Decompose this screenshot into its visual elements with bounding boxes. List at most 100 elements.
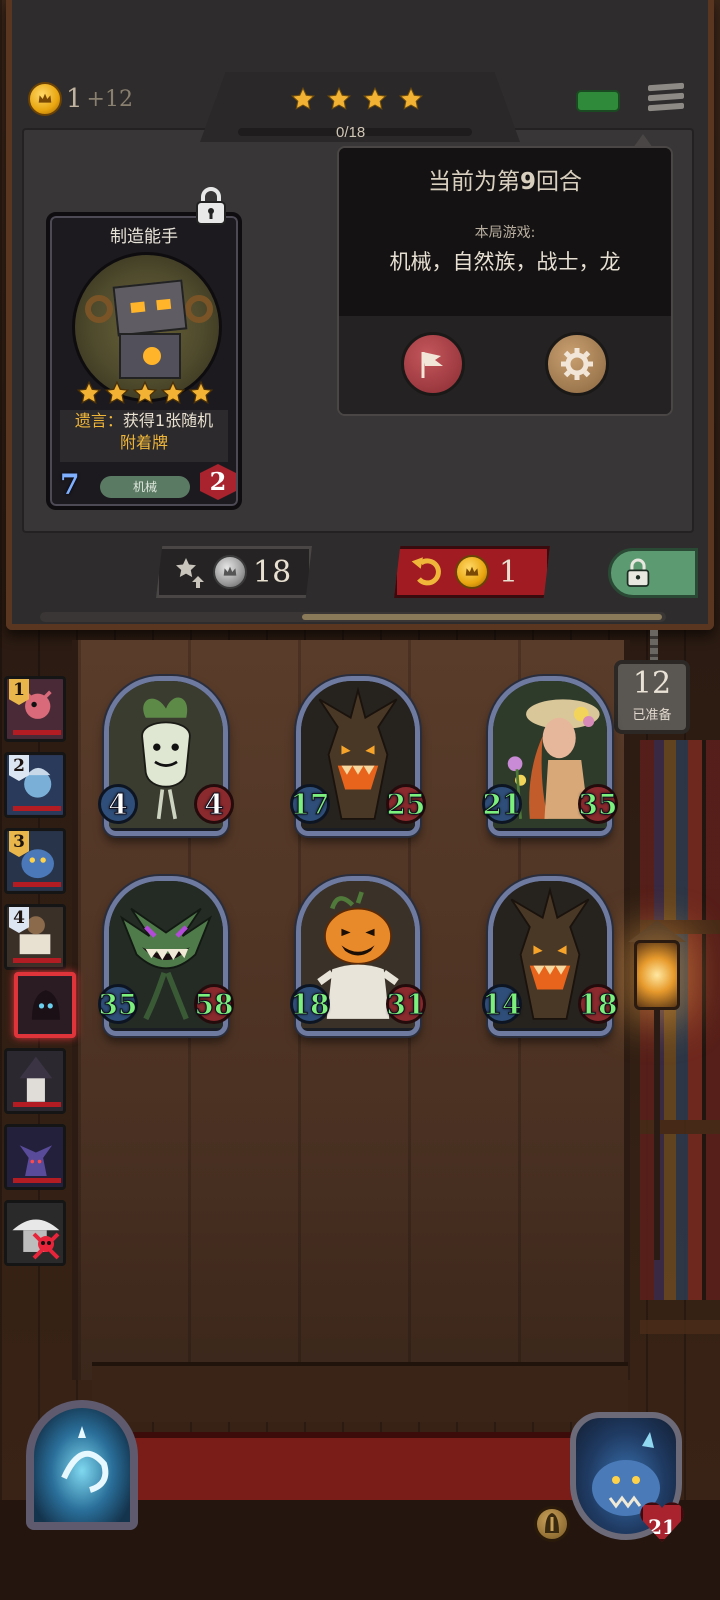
card-health: 2 xyxy=(200,464,236,500)
round-info-actions xyxy=(339,316,671,414)
surrender-button[interactable] xyxy=(401,332,465,396)
ready-label: 已准备 xyxy=(632,708,672,723)
star-upgrade-icon xyxy=(176,558,204,588)
minion-health: 25 xyxy=(386,784,426,824)
opponent-slot[interactable]: 4 xyxy=(4,904,66,970)
minion-attack: 18 xyxy=(290,984,330,1024)
opponent-slot[interactable] xyxy=(4,1048,66,1114)
opponent-slot[interactable]: 3 xyxy=(4,828,66,894)
opponent-slot[interactable] xyxy=(4,1124,66,1190)
minion-attack: 21 xyxy=(482,784,522,824)
battery-icon xyxy=(576,90,620,112)
minion-health: 4 xyxy=(194,784,234,824)
chain-decoration xyxy=(650,630,658,662)
board-minion[interactable]: 18 31 xyxy=(290,876,426,1036)
minion-health: 31 xyxy=(386,984,426,1024)
shop-scroll-bar xyxy=(40,612,666,622)
minion-attack: 17 xyxy=(290,784,330,824)
board-step xyxy=(92,1362,628,1422)
shop-scroll-thumb xyxy=(302,614,662,620)
star-icon xyxy=(290,86,316,110)
tier-progress-text: 0/18 xyxy=(336,124,366,141)
shop-card[interactable]: 制造能手 遗言：获得1张随机 附着牌 机械 7 2 xyxy=(46,212,242,510)
opponent-health-bar xyxy=(13,882,61,887)
skull-icon xyxy=(32,1232,60,1260)
opponent-health-bar xyxy=(13,806,61,811)
round-suffix: 回合 xyxy=(536,169,582,195)
opponent-slot[interactable]: 1 xyxy=(4,676,66,742)
robot-body xyxy=(119,333,181,379)
helmet-icon xyxy=(545,1513,559,1533)
game-tribes-label: 本局游戏: xyxy=(474,225,536,241)
deathrattle-keyword: 遗言： xyxy=(74,411,123,430)
round-number: 9 xyxy=(519,169,536,195)
board-minion[interactable]: 14 18 xyxy=(482,876,618,1036)
robot-head xyxy=(112,279,188,337)
upgrade-cost: 18 xyxy=(253,554,292,590)
star-icon xyxy=(132,380,158,405)
gold-coin-icon xyxy=(455,555,489,589)
lock-icon[interactable] xyxy=(194,186,228,226)
opponent-slot[interactable]: 2 xyxy=(4,752,66,818)
minion-health: 18 xyxy=(578,984,618,1024)
current-player-slot[interactable] xyxy=(14,972,76,1038)
gold-amount: 1 xyxy=(66,84,83,114)
board-minion[interactable]: 4 4 xyxy=(98,676,234,836)
round-info-popup: 当前为第9回合 本局游戏: 机械，自然族，战士，龙 xyxy=(337,134,673,416)
robot-eye xyxy=(156,298,172,311)
star-icon xyxy=(160,380,186,405)
robot-eye xyxy=(130,301,146,313)
star-icon xyxy=(76,380,102,405)
star-icon xyxy=(326,86,352,110)
card-effect-text: 获得1张随机 xyxy=(122,411,214,430)
upgrade-tavern-button[interactable]: 18 xyxy=(156,546,312,598)
menu-button[interactable] xyxy=(648,82,684,118)
freeze-button[interactable] xyxy=(608,548,698,598)
card-tribe: 机械 xyxy=(100,476,190,498)
flag-icon xyxy=(421,352,443,378)
minion-attack: 4 xyxy=(98,784,138,824)
gear-icon xyxy=(185,295,213,323)
star-icon xyxy=(398,86,424,110)
round-info-header: 当前为第9回合 本局游戏: 机械，自然族，战士，龙 xyxy=(339,148,671,316)
menu-line xyxy=(648,82,684,92)
board-minion[interactable]: 35 58 xyxy=(98,876,234,1036)
lamp-pole xyxy=(654,1010,660,1260)
gear-icon xyxy=(85,295,113,323)
refresh-button[interactable]: 1 xyxy=(394,546,550,598)
hero-power-button[interactable] xyxy=(534,1506,570,1542)
round-prefix: 当前为第 xyxy=(427,169,520,195)
silver-coin-icon xyxy=(213,555,247,589)
minion-attack: 35 xyxy=(98,984,138,1024)
refresh-icon xyxy=(411,557,441,586)
star-icon xyxy=(188,380,214,405)
star-icon xyxy=(362,86,388,110)
player-portrait xyxy=(18,976,72,1034)
settings-button[interactable] xyxy=(545,332,609,396)
ready-count: 12 xyxy=(632,666,672,701)
gold-display: 1 +12 xyxy=(28,82,133,116)
opponent-health-bar xyxy=(13,1102,61,1107)
opponent-health-bar xyxy=(13,730,61,735)
ready-count-sign: 12 已准备 xyxy=(614,660,690,734)
menu-line xyxy=(648,92,684,102)
gold-coin-icon xyxy=(28,82,62,116)
lock-icon xyxy=(626,558,650,587)
lamp-decoration xyxy=(626,900,686,1260)
card-effect-keyword: 附着牌 xyxy=(119,433,168,452)
card-attack: 7 xyxy=(60,468,80,501)
opponent-slot-eliminated[interactable] xyxy=(4,1200,66,1266)
star-icon xyxy=(104,380,130,405)
card-stars xyxy=(76,380,214,406)
refresh-cost: 1 xyxy=(499,554,519,590)
gold-income: +12 xyxy=(86,86,133,112)
opponent-health-bar xyxy=(13,1178,61,1183)
round-text: 当前为第9回合 xyxy=(339,162,671,196)
gear-icon xyxy=(561,348,593,380)
swirl-icon xyxy=(61,1426,109,1493)
board-minion[interactable]: 21 35 xyxy=(482,676,618,836)
robot-face xyxy=(143,347,161,365)
lamp-top xyxy=(628,920,686,942)
board-minion[interactable]: 17 25 xyxy=(290,676,426,836)
hero-power-portal[interactable] xyxy=(26,1400,138,1530)
